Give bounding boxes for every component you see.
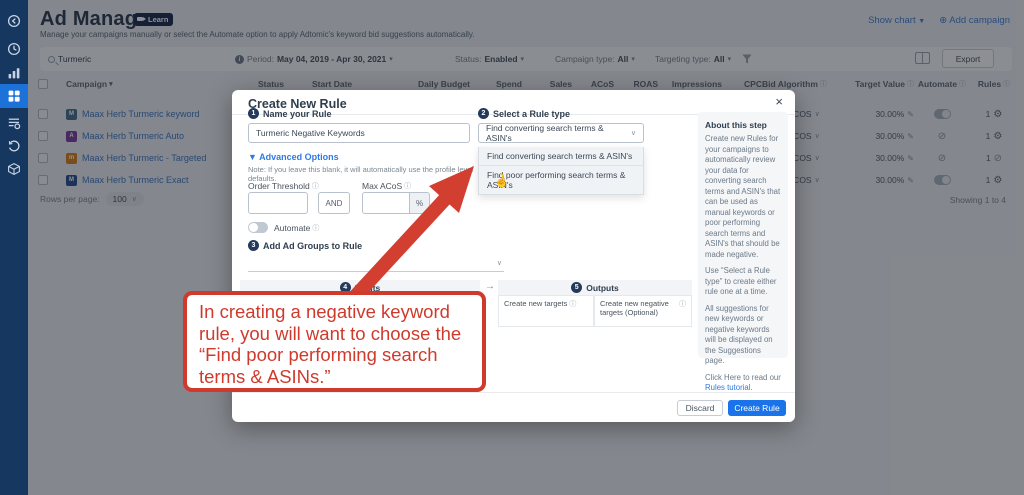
grid-icon[interactable] (0, 84, 28, 108)
about-panel: About this step Create new Rules for you… (698, 112, 788, 358)
chevron-down-icon: ∨ (631, 129, 636, 137)
advanced-options-toggle[interactable]: ▼ Advanced Options (248, 152, 339, 162)
about-paragraph: All suggestions for new keywords or nega… (705, 304, 781, 367)
output-create-targets: Create new targetsⓘ (498, 295, 594, 327)
step5-header: 5 Outputs (498, 280, 692, 295)
create-rule-button[interactable]: Create Rule (728, 400, 786, 416)
about-paragraph: Click Here to read our Rules tutorial. (705, 373, 781, 394)
info-icon: ⓘ (312, 223, 319, 233)
step1-label: 1 Name your Rule (248, 108, 332, 119)
order-threshold-input[interactable] (248, 192, 308, 214)
sidebar (0, 0, 28, 495)
divider (232, 392, 795, 393)
app-window: Ad Manager Learn Manage your campaigns m… (0, 0, 1024, 495)
chevron-down-icon: ∨ (497, 259, 502, 267)
discard-button[interactable]: Discard (677, 400, 723, 416)
rule-type-select[interactable]: Find converting search terms & ASIN's∨ (478, 123, 644, 143)
rules-tutorial-link[interactable]: Rules tutorial. (705, 383, 753, 392)
and-connector: AND (318, 192, 350, 214)
output-create-negative-targets: Create new negative targets (Optional)ⓘ (594, 295, 692, 327)
chart-icon[interactable] (0, 60, 28, 86)
rule-name-input[interactable] (248, 123, 470, 143)
max-acos-label: Max ACoSⓘ (362, 181, 411, 191)
annotation-callout: In creating a negative keyword rule, you… (183, 291, 486, 392)
about-paragraph: Use “Select a Rule type” to create eithe… (705, 266, 781, 298)
back-icon[interactable] (0, 8, 28, 34)
order-threshold-label: Order Thresholdⓘ (248, 181, 319, 191)
about-title: About this step (705, 120, 781, 130)
close-icon[interactable]: × (775, 94, 783, 109)
automate-toggle[interactable] (248, 222, 268, 233)
info-icon: ⓘ (404, 181, 411, 191)
step3-label: 3 Add Ad Groups to Rule (248, 240, 362, 251)
option-find-converting[interactable]: Find converting search terms & ASIN's (479, 147, 643, 166)
step2-label: 2 Select a Rule type (478, 108, 570, 119)
about-paragraph: Create new Rules for your campaigns to a… (705, 134, 781, 260)
package-icon[interactable] (0, 156, 28, 182)
info-icon: ⓘ (312, 181, 319, 191)
automate-label: Automateⓘ (274, 223, 319, 233)
clock-icon[interactable] (0, 36, 28, 62)
arrow-right-icon: → (485, 281, 495, 292)
ad-groups-select[interactable]: ∨ (248, 254, 504, 272)
info-icon: ⓘ (569, 299, 576, 323)
info-icon: ⓘ (679, 299, 686, 323)
max-acos-input[interactable] (362, 192, 410, 214)
percent-suffix: % (410, 192, 430, 214)
